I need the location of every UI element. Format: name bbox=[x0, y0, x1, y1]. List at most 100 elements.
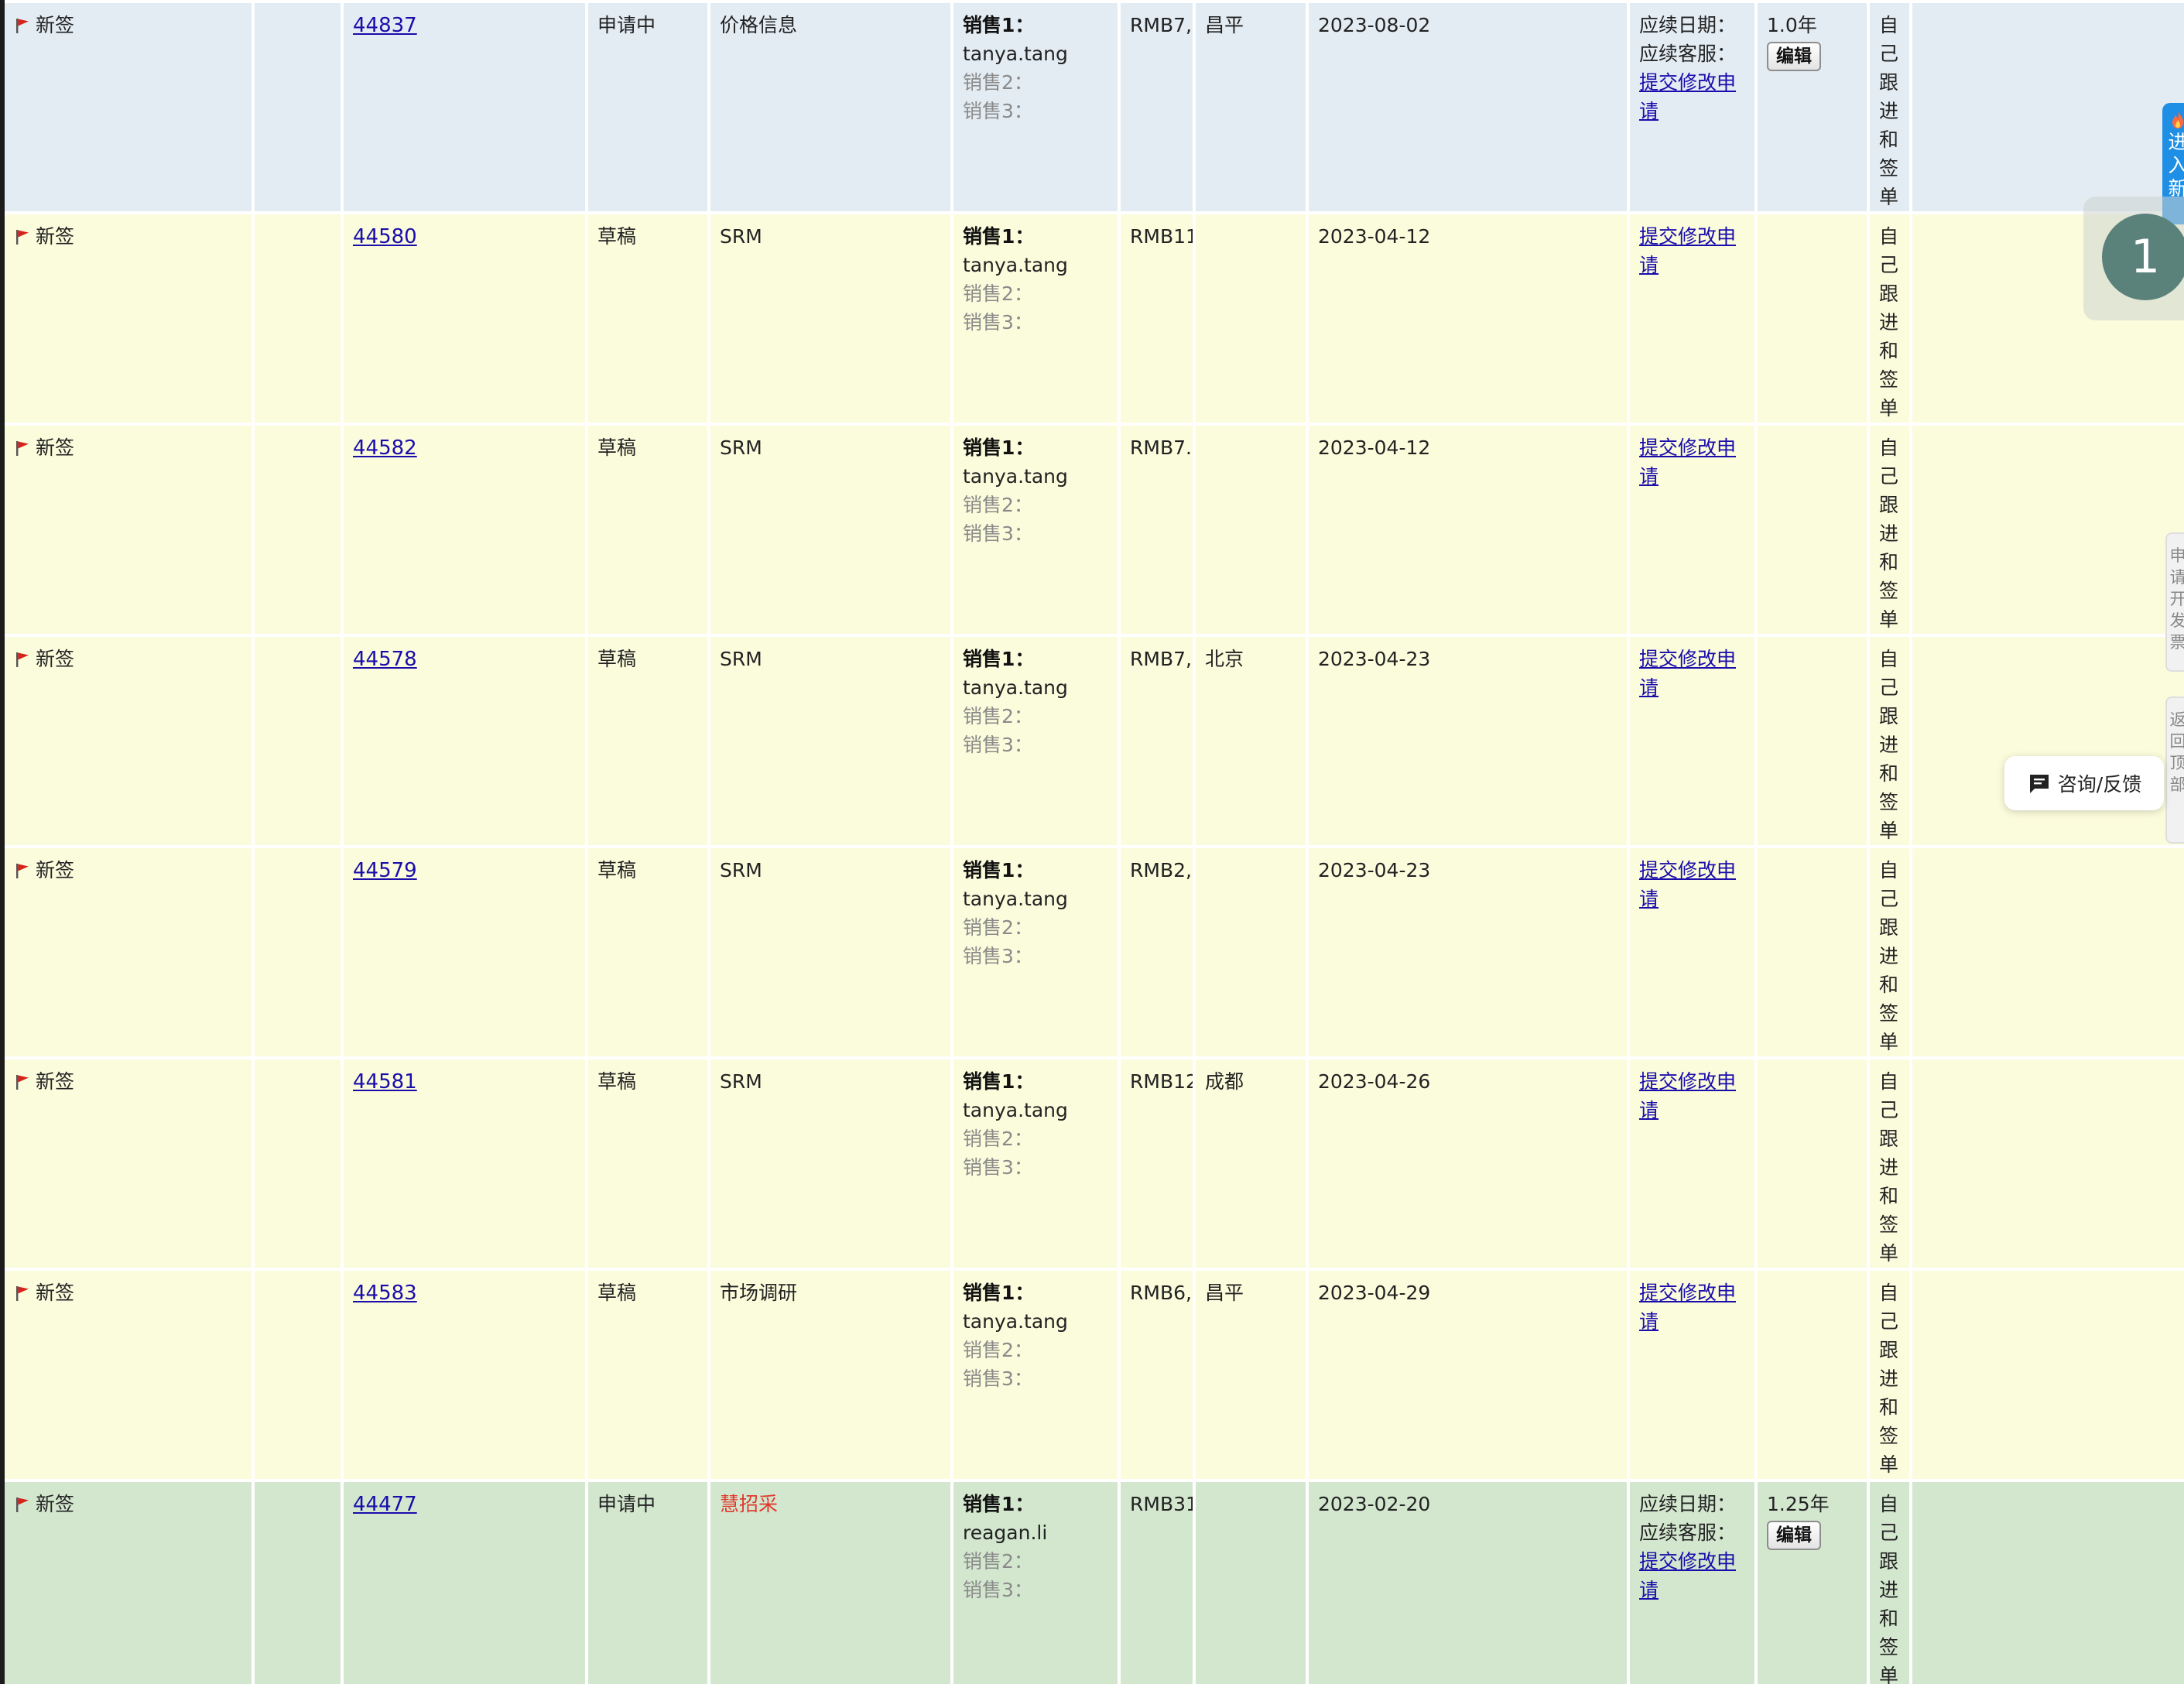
status-text: 草稿 bbox=[597, 648, 636, 670]
status-text: 草稿 bbox=[597, 225, 636, 248]
amount-text: RMB7,000.00 bbox=[1130, 14, 1194, 36]
follow-cell: 自己跟进和签单 bbox=[1868, 1480, 1911, 1684]
category-text: 价格信息 bbox=[720, 14, 797, 36]
period-text: 1.25年 bbox=[1767, 1493, 1830, 1515]
submit-modify-request-link[interactable]: 提交修改申请 bbox=[1639, 436, 1736, 488]
period-cell bbox=[1756, 1058, 1868, 1269]
category-cell: SRM bbox=[709, 1058, 952, 1269]
amount-text: RMB7,000.00 bbox=[1130, 648, 1194, 670]
sales1-label: 销售1： bbox=[963, 436, 1034, 459]
submit-modify-request-link[interactable]: 提交修改申请 bbox=[1639, 1070, 1736, 1121]
category-text: 慧招采 bbox=[720, 1493, 778, 1515]
date-cell: 2023-04-29 bbox=[1307, 1269, 1628, 1480]
back-top-text-4: 部 bbox=[2170, 775, 2184, 794]
sales1-label: 销售1： bbox=[963, 1070, 1034, 1093]
contract-type: 新签 bbox=[36, 1493, 74, 1515]
action-cell: 提交修改申请 bbox=[1628, 1058, 1756, 1269]
contract-id-link[interactable]: 44583 bbox=[353, 1282, 417, 1305]
contract-id-link[interactable]: 44477 bbox=[353, 1493, 417, 1516]
period-cell bbox=[1756, 635, 1868, 847]
invoice-tab-text-4: 发 bbox=[2170, 611, 2184, 630]
table-row: 新签44580草稿SRM销售1：tanya.tang销售2：销售3：RMB111… bbox=[2, 213, 2184, 424]
sales3-label: 销售3： bbox=[963, 308, 1108, 337]
follow-text: 自己跟进和签单 bbox=[1879, 225, 1898, 419]
contract-type: 新签 bbox=[36, 859, 74, 881]
contract-id-link[interactable]: 44579 bbox=[353, 859, 417, 882]
feedback-label: 咨询/反馈 bbox=[2058, 769, 2141, 797]
action-cell: 提交修改申请 bbox=[1628, 213, 1756, 424]
contract-table-body: 新签44837申请中价格信息销售1：tanya.tang销售2：销售3：RMB7… bbox=[2, 2, 2184, 1684]
feedback-button[interactable]: 咨询/反馈 bbox=[2004, 756, 2164, 810]
contract-type-cell: 新签 bbox=[2, 213, 253, 424]
status-text: 草稿 bbox=[597, 1282, 636, 1304]
date-cell: 2023-04-12 bbox=[1307, 213, 1628, 424]
action-cell: 应续日期：应续客服：提交修改申请 bbox=[1628, 2, 1756, 213]
follow-cell: 自己跟进和签单 bbox=[1868, 213, 1911, 424]
back-to-top-side-tab[interactable]: 返 回 顶 部 bbox=[2165, 697, 2184, 844]
contract-id-link[interactable]: 44578 bbox=[353, 648, 417, 671]
sales-cell: 销售1：reagan.li销售2：销售3： bbox=[952, 1480, 1119, 1684]
contract-id-link[interactable]: 44581 bbox=[353, 1070, 417, 1094]
sales3-label: 销售3： bbox=[963, 942, 1108, 970]
sales3-label: 销售3： bbox=[963, 1153, 1108, 1182]
sales2-label: 销售2： bbox=[963, 491, 1108, 519]
contract-type-cell: 新签 bbox=[2, 847, 253, 1058]
contract-id-link[interactable]: 44580 bbox=[353, 225, 417, 248]
table-row: 新签44579草稿SRM销售1：tanya.tang销售2：销售3：RMB2,9… bbox=[2, 847, 2184, 1058]
sales-cell: 销售1：tanya.tang销售2：销售3： bbox=[952, 1058, 1119, 1269]
date-cell: 2023-04-12 bbox=[1307, 424, 1628, 635]
category-text: SRM bbox=[720, 859, 762, 881]
back-top-text-1: 返 bbox=[2170, 710, 2184, 729]
amount-cell: RMB2,900.00 bbox=[1119, 847, 1194, 1058]
status-cell: 申请中 bbox=[587, 1480, 709, 1684]
contract-id-link[interactable]: 44582 bbox=[353, 436, 417, 460]
status-cell: 草稿 bbox=[587, 1269, 709, 1480]
category-cell: SRM bbox=[709, 213, 952, 424]
invoice-tab-text-2: 请 bbox=[2170, 568, 2184, 587]
edit-button[interactable]: 编辑 bbox=[1767, 42, 1821, 71]
date-cell: 2023-08-02 bbox=[1307, 2, 1628, 213]
follow-text: 自己跟进和签单 bbox=[1879, 1282, 1898, 1476]
city-text: 昌平 bbox=[1205, 14, 1244, 36]
city-cell: 北京 bbox=[1194, 635, 1307, 847]
flag-icon bbox=[14, 1073, 31, 1090]
city-cell: 昌平 bbox=[1194, 1269, 1307, 1480]
submit-modify-request-link[interactable]: 提交修改申请 bbox=[1639, 225, 1736, 276]
follow-text: 自己跟进和签单 bbox=[1879, 436, 1898, 631]
date-cell: 2023-02-20 bbox=[1307, 1480, 1628, 1684]
contract-table: 新签44837申请中价格信息销售1：tanya.tang销售2：销售3：RMB7… bbox=[0, 0, 2184, 1684]
notification-count-badge[interactable]: 1 bbox=[2102, 214, 2184, 300]
date-cell: 2023-04-26 bbox=[1307, 1058, 1628, 1269]
contract-type: 新签 bbox=[36, 1282, 74, 1304]
sales2-label: 销售2： bbox=[963, 702, 1108, 731]
edit-button[interactable]: 编辑 bbox=[1767, 1521, 1821, 1550]
empty-cell bbox=[1911, 1480, 2184, 1684]
status-cell: 草稿 bbox=[587, 424, 709, 635]
notification-count: 1 bbox=[2131, 230, 2160, 284]
contract-id-cell: 44580 bbox=[342, 213, 587, 424]
follow-cell: 自己跟进和签单 bbox=[1868, 424, 1911, 635]
sales1-label: 销售1： bbox=[963, 1282, 1034, 1304]
spacer-cell bbox=[253, 2, 342, 213]
contract-id-link[interactable]: 44837 bbox=[353, 14, 417, 37]
sales1-line: 销售1：tanya.tang bbox=[963, 433, 1108, 491]
empty-cell bbox=[1911, 424, 2184, 635]
renew-service-label: 应续客服： bbox=[1639, 1518, 1745, 1547]
table-row: 新签44583草稿市场调研销售1：tanya.tang销售2：销售3：RMB6,… bbox=[2, 1269, 2184, 1480]
spacer-cell bbox=[253, 1058, 342, 1269]
status-cell: 草稿 bbox=[587, 213, 709, 424]
period-cell bbox=[1756, 424, 1868, 635]
invoice-side-tab[interactable]: 申 请 开 发 票 bbox=[2165, 532, 2184, 672]
category-cell: SRM bbox=[709, 847, 952, 1058]
submit-modify-request-link[interactable]: 提交修改申请 bbox=[1639, 859, 1736, 910]
submit-modify-request-link[interactable]: 提交修改申请 bbox=[1639, 648, 1736, 699]
status-cell: 草稿 bbox=[587, 635, 709, 847]
follow-cell: 自己跟进和签单 bbox=[1868, 635, 1911, 847]
sales1-line: 销售1：tanya.tang bbox=[963, 1067, 1108, 1124]
period-cell bbox=[1756, 1269, 1868, 1480]
date-text: 2023-04-23 bbox=[1318, 648, 1430, 670]
submit-modify-request-link[interactable]: 提交修改申请 bbox=[1639, 1282, 1736, 1333]
status-cell: 草稿 bbox=[587, 847, 709, 1058]
submit-modify-request-link[interactable]: 提交修改申请 bbox=[1639, 71, 1736, 122]
submit-modify-request-link[interactable]: 提交修改申请 bbox=[1639, 1550, 1736, 1601]
